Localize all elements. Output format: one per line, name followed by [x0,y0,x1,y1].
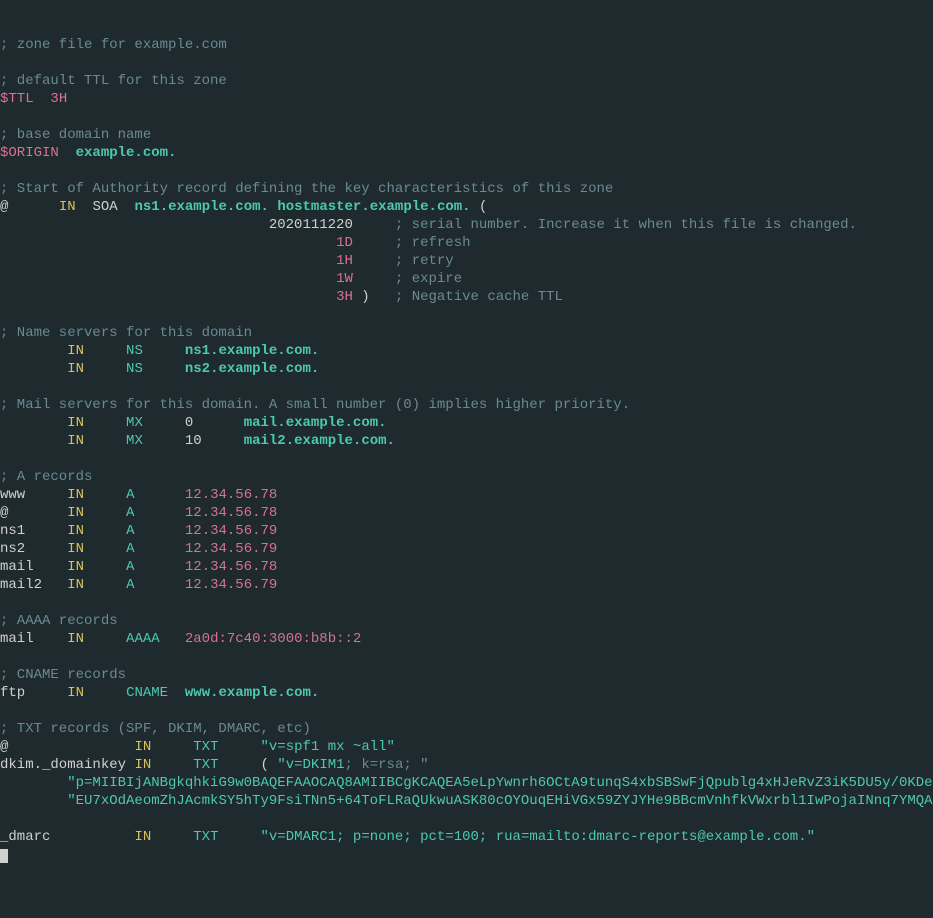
zone-file-text: ; zone file for example.com ; default TT… [0,36,933,864]
cursor [0,849,8,863]
